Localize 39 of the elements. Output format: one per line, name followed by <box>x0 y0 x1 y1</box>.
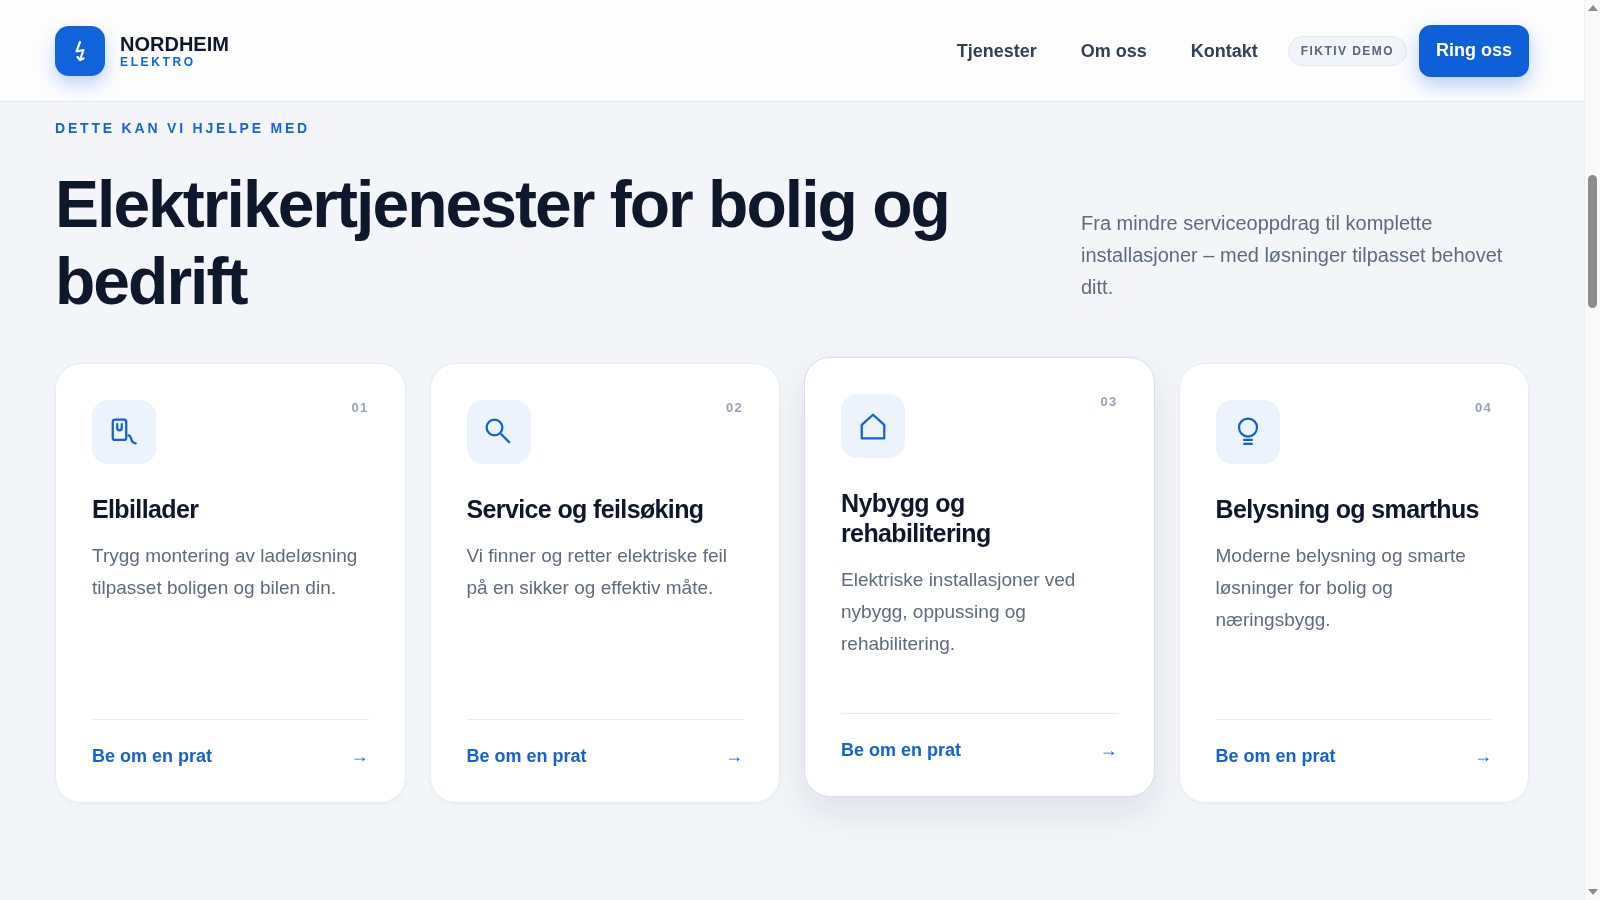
scroll-down-icon[interactable] <box>1587 889 1598 895</box>
scroll-up-icon[interactable] <box>1587 5 1598 11</box>
intro-text: Fra mindre serviceoppdrag til komplette installasjoner – med løsninger tilpasset behovet ditt. <box>1081 211 1504 301</box>
card-title: Nybygg og rehabilitering <box>841 488 992 549</box>
nav-link[interactable]: Om oss <box>1080 38 1147 63</box>
card-title: Belysning og smarthus <box>1215 494 1480 525</box>
card-title: Service og feilsøking <box>466 494 705 525</box>
house-icon <box>841 394 905 459</box>
card-number: 03 <box>1100 394 1118 411</box>
card-number: 04 <box>1474 400 1492 417</box>
arrow-icon: → <box>725 744 743 769</box>
demo-badge: FIKTIV DEMO <box>1287 35 1407 66</box>
nav-link[interactable]: Kontakt <box>1190 38 1258 63</box>
arrow-icon: → <box>1099 738 1118 763</box>
card-description: Trygg montering av ladeløsning tilpasset boligen og bilen din. <box>92 544 359 601</box>
arrow-icon: → <box>1474 744 1492 769</box>
scrollbar[interactable] <box>1584 0 1600 900</box>
section-eyebrow: DETTE KAN VI HJELPE MED <box>55 119 311 138</box>
magnifier-icon <box>466 400 531 465</box>
card-number: 01 <box>351 400 369 417</box>
card-link[interactable]: Be om en prat <box>466 744 587 769</box>
card-description: Vi finner og retter elektriske feil på en sikker og effektiv måte. <box>466 544 728 601</box>
card-link[interactable]: Be om en prat <box>841 738 962 763</box>
lightbulb-icon <box>1215 400 1280 465</box>
nav-link[interactable]: Tjenester <box>956 38 1037 63</box>
lightning-bolt-icon[interactable] <box>55 25 105 76</box>
card-number: 02 <box>725 400 743 417</box>
scrollbar-thumb[interactable] <box>1588 175 1597 308</box>
ev-charger-icon <box>92 400 156 465</box>
arrow-icon: → <box>350 744 369 769</box>
card-title: Elbillader <box>92 494 200 525</box>
brand-tagline: ELEKTRO <box>120 54 197 69</box>
card-link[interactable]: Be om en prat <box>92 744 213 769</box>
call-button[interactable]: Ring oss <box>1419 24 1529 77</box>
brand-name: NORDHEIM <box>120 32 229 55</box>
card-description: Elektriske installasjoner ved nybygg, oppussing og rehabilitering. <box>841 568 1077 657</box>
page-heading: Elektrikertjenester for bolig og bedrift <box>55 166 950 320</box>
card-link[interactable]: Be om en prat <box>1215 744 1336 769</box>
card-description: Moderne belysning og smarte løsninger for bolig og næringsbygg. <box>1215 544 1467 633</box>
